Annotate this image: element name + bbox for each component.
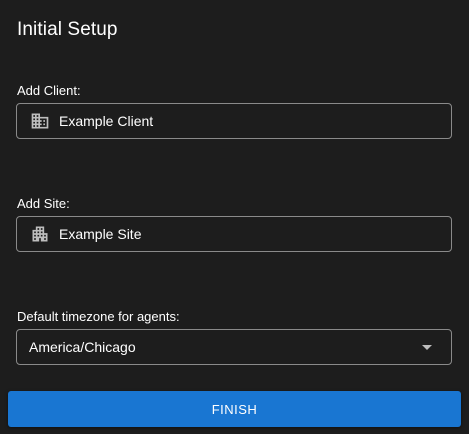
client-value: Example Client	[59, 113, 154, 129]
business-building-icon	[30, 111, 50, 131]
client-input[interactable]: Example Client	[16, 103, 452, 139]
timezone-label: Default timezone for agents:	[17, 309, 180, 324]
site-label: Add Site:	[17, 196, 70, 211]
client-label: Add Client:	[17, 83, 81, 98]
arrow-drop-down-icon[interactable]	[415, 335, 439, 359]
timezone-value: America/Chicago	[29, 339, 136, 355]
site-value: Example Site	[59, 226, 142, 242]
site-input[interactable]: Example Site	[16, 216, 452, 252]
apartment-building-icon	[30, 224, 50, 244]
timezone-select[interactable]: America/Chicago	[16, 329, 452, 365]
finish-button[interactable]: FINISH	[8, 391, 461, 427]
dialog-title: Initial Setup	[17, 19, 118, 40]
